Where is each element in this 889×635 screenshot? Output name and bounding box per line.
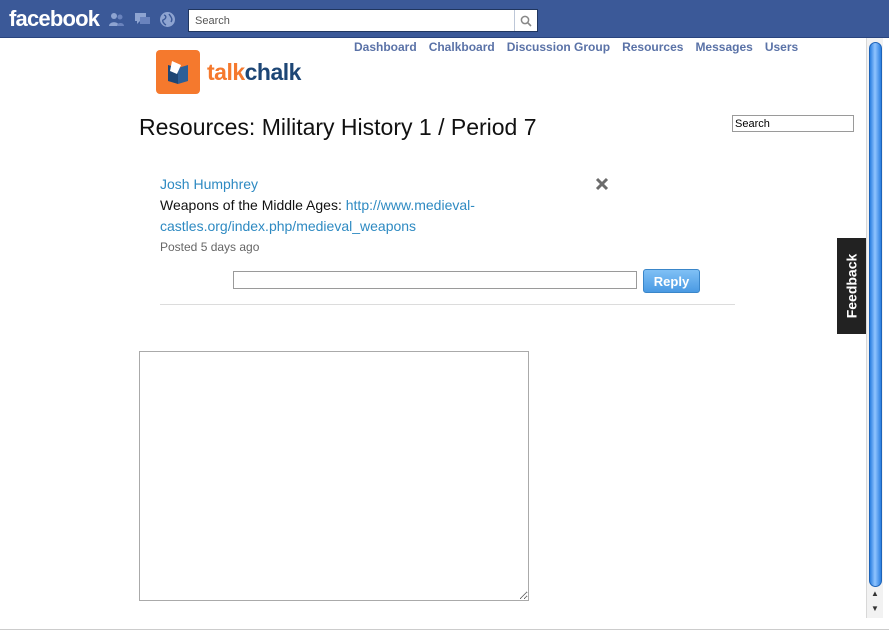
- book-logo-icon: [156, 50, 200, 94]
- nav-chalkboard[interactable]: Chalkboard: [429, 40, 495, 54]
- bottom-border: [0, 629, 889, 630]
- scroll-down-icon[interactable]: ▼: [867, 601, 883, 615]
- top-navigation: Dashboard Chalkboard Discussion Group Re…: [354, 40, 798, 54]
- nav-dashboard[interactable]: Dashboard: [354, 40, 417, 54]
- brand-part-talk: talk: [207, 58, 245, 85]
- talkchalk-app: talkchalk Dashboard Chalkboard Discussio…: [0, 38, 866, 630]
- resource-search-input[interactable]: [732, 115, 854, 132]
- notifications-globe-icon[interactable]: [159, 11, 176, 28]
- post-timestamp: Posted 5 days ago: [160, 240, 260, 254]
- vertical-scrollbar[interactable]: ▲ ▼: [866, 38, 883, 618]
- brand-name: talkchalk: [207, 59, 301, 86]
- nav-messages[interactable]: Messages: [695, 40, 752, 54]
- post-body: Weapons of the Middle Ages: http://www.m…: [160, 195, 520, 237]
- facebook-search-button[interactable]: [514, 10, 537, 31]
- search-icon: [520, 15, 532, 27]
- reply-input[interactable]: [233, 271, 637, 289]
- post-author-link[interactable]: Josh Humphrey: [160, 174, 258, 194]
- post-text: Weapons of the Middle Ages:: [160, 197, 346, 213]
- reply-row: Reply: [233, 269, 703, 293]
- post-divider: [160, 304, 735, 305]
- close-icon[interactable]: [594, 176, 610, 192]
- feedback-tab[interactable]: Feedback: [837, 238, 866, 334]
- talkchalk-logo[interactable]: talkchalk: [156, 50, 301, 94]
- new-resource-textarea[interactable]: [139, 351, 529, 601]
- nav-users[interactable]: Users: [765, 40, 798, 54]
- scrollbar-thumb[interactable]: [869, 42, 882, 587]
- facebook-top-bar: facebook: [0, 0, 889, 38]
- facebook-search-box: [188, 9, 538, 32]
- messages-icon[interactable]: [134, 11, 151, 28]
- resource-post: Josh Humphrey Weapons of the Middle Ages…: [160, 174, 735, 255]
- facebook-logo[interactable]: facebook: [9, 6, 100, 32]
- reply-button[interactable]: Reply: [643, 269, 700, 293]
- page-title: Resources: Military History 1 / Period 7: [139, 114, 537, 140]
- scroll-up-icon[interactable]: ▲: [867, 586, 883, 600]
- friends-icon[interactable]: [108, 11, 125, 28]
- brand-part-chalk: chalk: [244, 58, 302, 85]
- nav-discussion-group[interactable]: Discussion Group: [507, 40, 610, 54]
- feedback-label: Feedback: [843, 253, 860, 319]
- facebook-search-input[interactable]: [189, 10, 514, 31]
- nav-resources[interactable]: Resources: [622, 40, 683, 54]
